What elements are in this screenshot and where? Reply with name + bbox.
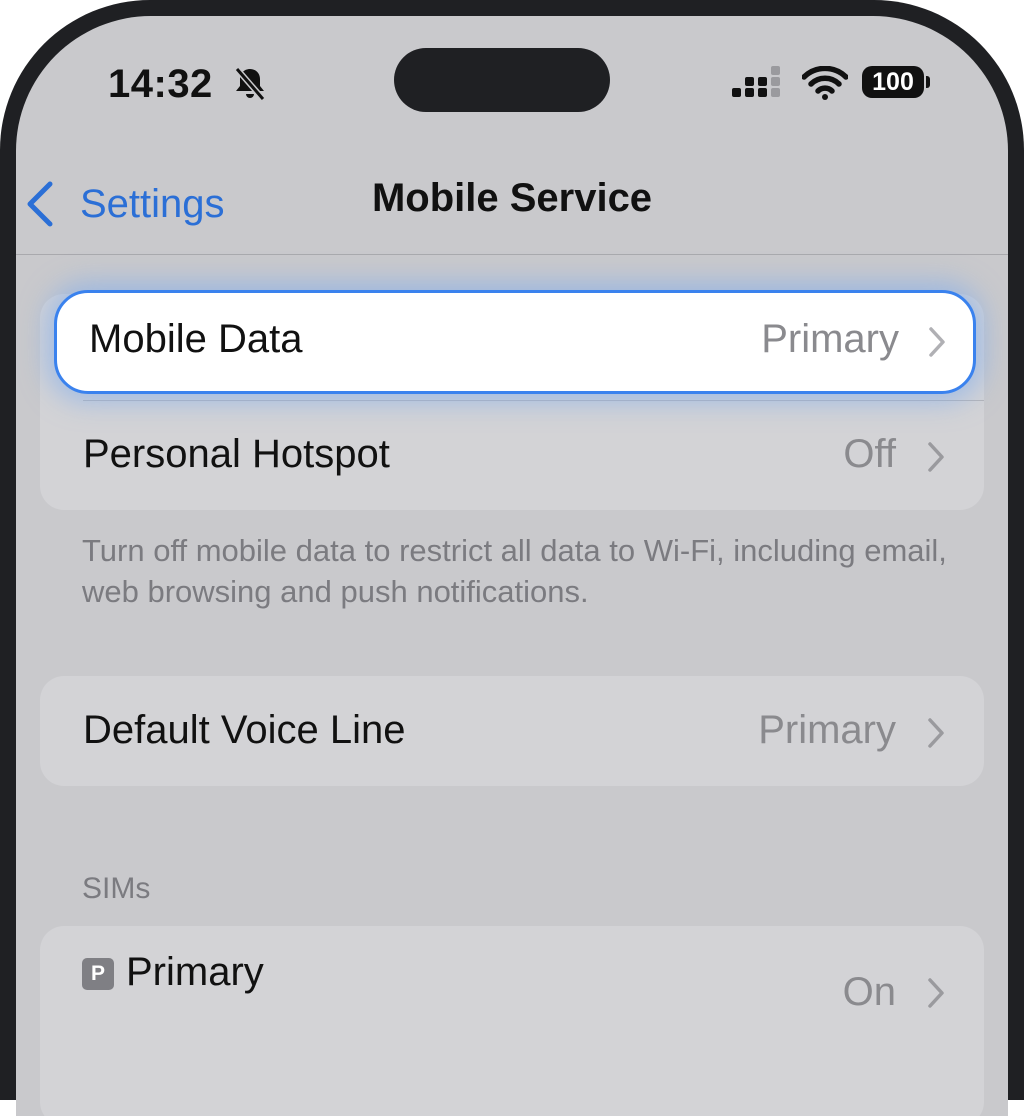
battery-tip [926,76,930,88]
page-title: Mobile Service [371,176,653,220]
status-time: 14:32 [108,62,213,106]
mobile-data-footer: Turn off mobile data to restrict all dat… [82,533,947,609]
row-label: Primary [126,950,264,994]
chevron-right-icon [929,327,945,357]
row-label: Mobile Data [89,317,303,361]
dynamic-island [394,48,610,112]
chevron-right-icon [928,978,944,1008]
voice-line-group: Default Voice Line Primary [40,676,984,786]
wifi-icon [802,66,848,100]
row-divider [83,400,984,401]
row-value: Primary [761,317,899,361]
battery-icon: 100 [862,66,932,100]
chevron-right-icon [928,442,944,472]
row-value: Primary [758,708,896,752]
sims-section-header: SIMs [82,872,151,905]
bell-slash-icon [234,67,266,101]
nav-divider [16,254,1008,255]
battery-level: 100 [862,66,924,98]
sim-badge: P [82,958,114,990]
chevron-right-icon [928,718,944,748]
default-voice-line-row[interactable]: Default Voice Line Primary [40,676,984,786]
row-label: Default Voice Line [83,708,406,752]
row-value: Off [843,432,896,476]
row-label: Personal Hotspot [83,432,390,476]
personal-hotspot-row[interactable]: Personal Hotspot Off [40,402,984,510]
sims-group: P Primary On [40,926,984,1116]
sim-row-primary[interactable]: P Primary On [40,926,984,1116]
phone-frame: 14:32 100 Settings Mobile Service Person… [0,0,1024,1116]
cellular-signal-icon [732,66,780,97]
row-value: On [842,970,896,1014]
screen: 14:32 100 Settings Mobile Service Person… [16,16,1008,1116]
mobile-data-row[interactable]: Mobile Data Primary [54,290,976,394]
